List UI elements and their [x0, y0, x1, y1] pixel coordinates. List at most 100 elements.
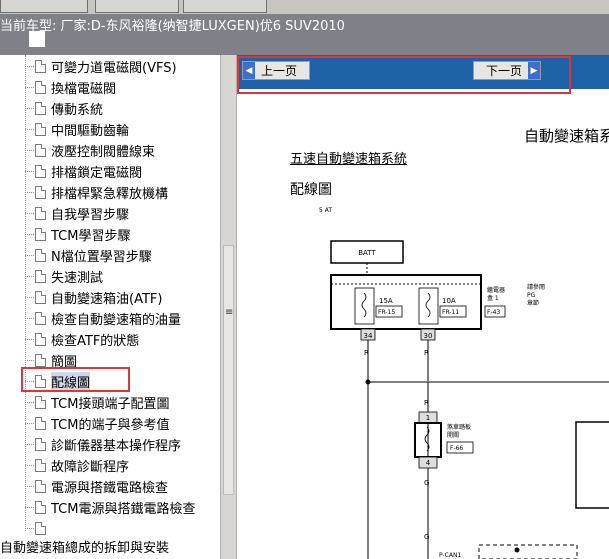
tree-item-label: N檔位置學習步驟	[51, 249, 152, 265]
tree-item[interactable]: 可變力道電磁閥(VFS)	[25, 56, 220, 76]
navigation-tree: 可變力道電磁閥(VFS) 換檔電磁閥 傳動系統中間驅動齒輪液壓控制閥體線束 排檔鎖定電…	[0, 55, 220, 559]
tree-item-label: 自我學習步驟	[51, 207, 130, 223]
pin-4: 4	[426, 459, 431, 467]
tree-connector	[25, 86, 34, 88]
wire-color-g-2: G	[424, 533, 429, 541]
fuse2-amp: 10A	[442, 297, 456, 305]
brake-code: F-66	[450, 445, 463, 452]
scrollbar-thumb[interactable]	[223, 245, 234, 495]
pin-1: 1	[426, 414, 430, 422]
splitter-grip-icon: ≡	[225, 307, 234, 318]
pane-splitter[interactable]: ≡	[220, 55, 237, 559]
tree-item[interactable]: TCM的端子與參考值	[25, 413, 220, 433]
brake-label-1: 煞車踏板	[447, 423, 471, 431]
doc-section-title: 配線圖	[290, 182, 332, 198]
brake-label-2: 開關	[447, 432, 459, 439]
wire-30: 30	[424, 332, 433, 340]
tree-connector	[25, 317, 34, 319]
doc-subtitle: 五速自動變速箱系統	[290, 152, 408, 167]
relay-label-2: 盒 1	[487, 294, 499, 302]
ref-text-1: 請參閱	[527, 283, 545, 291]
wire-color-r-2: R	[424, 349, 429, 357]
tree-connector	[25, 233, 34, 235]
tree-item[interactable]: 換檔電磁閥	[25, 77, 220, 97]
tree-item[interactable]: 排檔鎖定電磁閥	[25, 161, 220, 181]
tree-item-label: 電源與搭鐵電路檢查	[51, 480, 169, 496]
window-title: 当前车型: 厂家:D-东风裕隆(纳智捷LUXGEN)优6 SUV2010	[0, 19, 345, 34]
tree-item[interactable]: 排檔桿緊急釋放機構	[25, 182, 220, 202]
tree-connector	[25, 149, 34, 151]
document-icon	[35, 395, 46, 409]
tree-connector	[25, 527, 34, 529]
tree-item[interactable]: TCM電源與搭鐵電路檢查	[25, 497, 220, 517]
tree-connector	[25, 65, 34, 67]
document-icon	[35, 269, 46, 283]
tree-item-label: 中間驅動齒輪	[51, 123, 130, 139]
tree-connector	[25, 401, 34, 403]
relay-code: F-43	[487, 309, 500, 316]
tree-item[interactable]: 傳動系統	[25, 98, 220, 118]
document-icon	[35, 248, 46, 262]
window-square-icon[interactable]	[29, 31, 45, 47]
tree-item[interactable]: 電源與搭鐵電路檢查	[25, 476, 220, 496]
tree-item-label: TCM電源與搭鐵電路檢查	[51, 501, 196, 517]
tree-item[interactable]: 自動變速箱油(ATF)	[25, 287, 220, 307]
tree-item-label: TCM學習步驟	[51, 228, 131, 244]
document-icon	[35, 332, 46, 346]
tree-connector	[25, 485, 34, 487]
tree-item[interactable]: 診斷儀器基本操作程序	[25, 434, 220, 454]
tree-item[interactable]: TCM接頭端子配置圖	[25, 392, 220, 412]
ref-text-2: PG	[527, 292, 536, 299]
tree-connector	[25, 359, 34, 361]
fuse1-code: FR-15	[378, 309, 395, 316]
batt-label: BATT	[358, 249, 376, 257]
doc-title: 自動變速箱系	[524, 127, 609, 145]
document-icon	[35, 164, 46, 178]
tree-item-label: 診斷儀器基本操作程序	[51, 438, 182, 454]
tree-item-label: 自動變速箱油(ATF)	[51, 291, 163, 307]
tree-item[interactable]: 自我學習步驟	[25, 203, 220, 223]
document-icon	[35, 185, 46, 199]
top-strip	[0, 0, 609, 14]
wire-color-r-3: R	[424, 399, 429, 407]
relay-label-1: 繼電器	[487, 286, 505, 294]
tree-item[interactable]: 中間驅動齒輪	[25, 119, 220, 139]
tree-connector	[25, 170, 34, 172]
tree-connector	[25, 506, 34, 508]
document-icon	[35, 500, 46, 514]
tree-item[interactable]: 檢查自動變速箱的油量	[25, 308, 220, 328]
tree-item-disassembly[interactable]: 自動變速箱總成的拆卸與安裝	[0, 537, 169, 556]
tree-item[interactable]: N檔位置學習步驟	[25, 245, 220, 265]
tree-item[interactable]: 故障診斷程序	[25, 455, 220, 475]
tree-item[interactable]: TCM學習步驟	[25, 224, 220, 244]
tree-connector	[25, 338, 34, 340]
wiring-diagram: BATT 15A FR-15 10A FR-11 繼電器 盒 1 F-43 請參…	[330, 240, 609, 559]
document-icon	[35, 59, 46, 73]
ref-text-3: 章節	[527, 299, 539, 307]
tree-item[interactable]: 檢查ATF的狀態	[25, 329, 220, 349]
tree-item[interactable]: 液壓控制閥體線束	[25, 140, 220, 160]
wire-34: 34	[364, 332, 373, 340]
document-icon	[35, 206, 46, 220]
tree-connector	[25, 212, 34, 214]
tree-connector	[25, 422, 34, 424]
tree-connector	[25, 128, 34, 130]
tree-item-label: 檢查ATF的狀態	[51, 333, 140, 349]
top-tab-1[interactable]	[0, 0, 88, 13]
tree-connector	[25, 275, 34, 277]
tree-item[interactable]	[25, 518, 220, 538]
top-tab-3[interactable]	[183, 0, 267, 13]
document-icon	[35, 437, 46, 451]
document-pane: ◀ 上一页 下一页 ▶ 自動變速箱系 五速自動變速箱系統 配線圖 5 AT BA…	[237, 55, 609, 559]
selection-annotation-box	[21, 367, 130, 392]
tree-item-label: 排檔桿緊急釋放機構	[51, 186, 169, 202]
top-tab-2[interactable]	[95, 0, 179, 13]
fuse2-code: FR-11	[442, 309, 459, 316]
wire-color-r-1: R	[364, 349, 369, 357]
document-icon	[35, 290, 46, 304]
tree-item-label: 液壓控制閥體線束	[51, 144, 156, 160]
tree-connector	[25, 191, 34, 193]
tree-item[interactable]: 失速測試	[25, 266, 220, 286]
document-icon	[35, 353, 46, 367]
tree-connector	[25, 443, 34, 445]
